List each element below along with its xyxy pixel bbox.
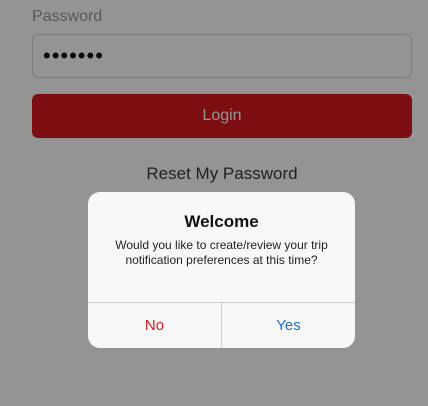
- dialog-message: Would you like to create/review your tri…: [115, 238, 328, 267]
- yes-button[interactable]: Yes: [222, 303, 355, 348]
- welcome-dialog: Welcome Would you like to create/review …: [88, 192, 355, 348]
- no-button[interactable]: No: [88, 303, 221, 348]
- dialog-title: Welcome: [184, 212, 259, 231]
